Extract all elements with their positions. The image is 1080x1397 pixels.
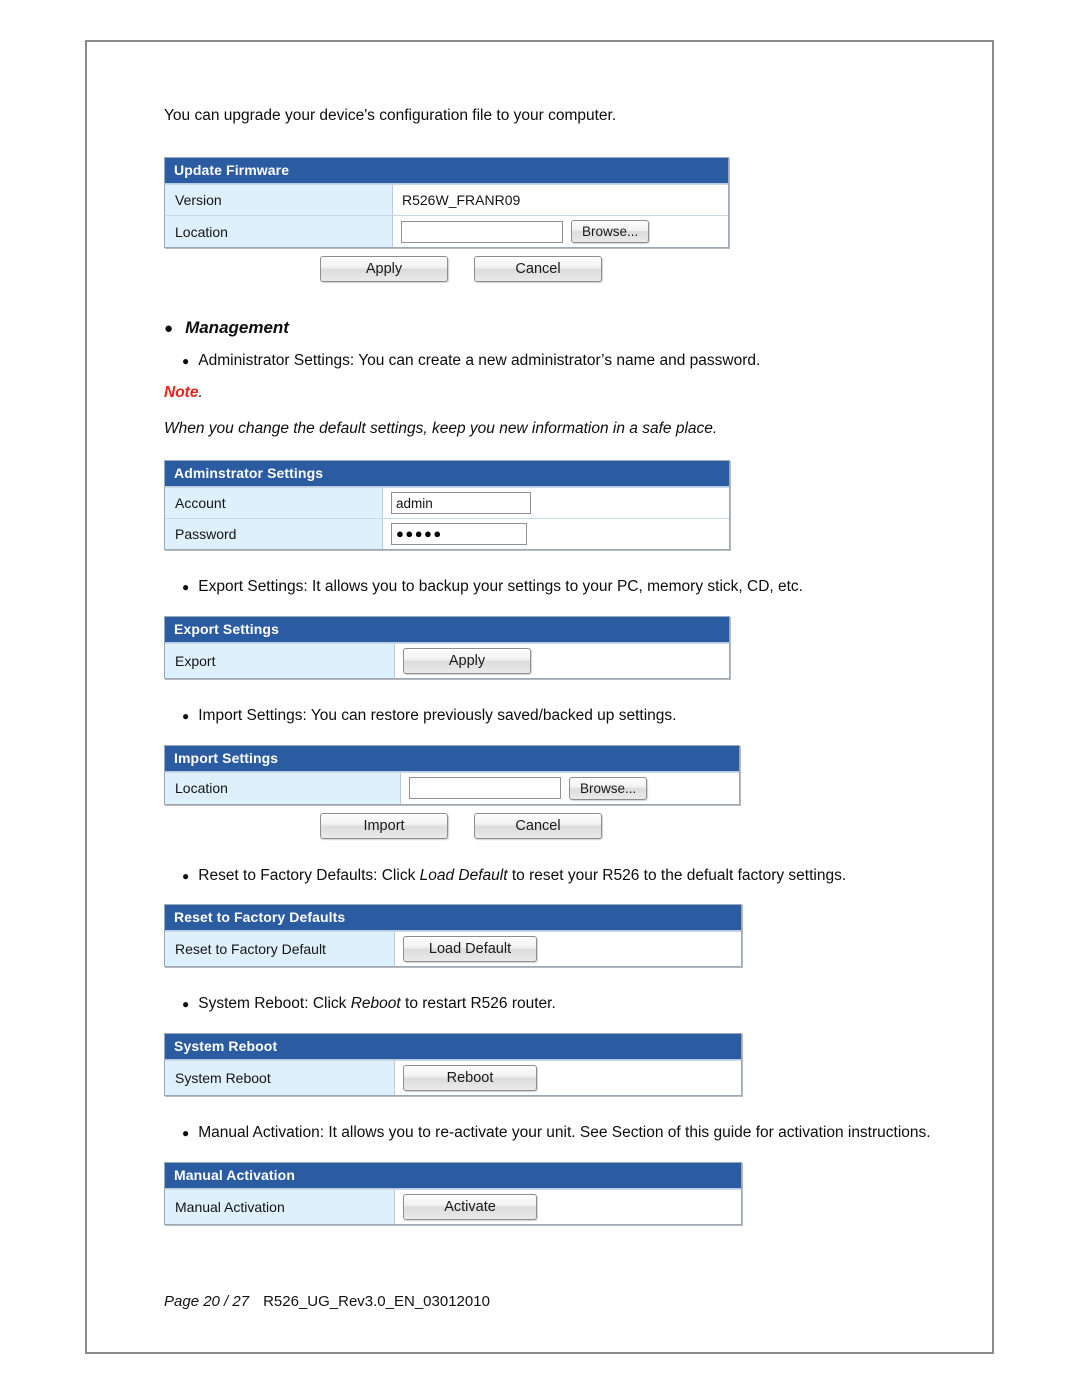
management-heading: ● Management xyxy=(164,318,954,338)
system-reboot-panel: System Reboot System Reboot Reboot xyxy=(164,1032,742,1096)
administrator-settings-bullet: ● Administrator Settings: You can create… xyxy=(164,350,954,372)
administrator-settings-panel: Adminstrator Settings Account Password ●… xyxy=(164,460,730,551)
version-label: Version xyxy=(165,185,393,216)
system-reboot-bullet: ● System Reboot: Click Reboot to restart… xyxy=(164,993,954,1015)
export-settings-bullet-text: Export Settings: It allows you to backup… xyxy=(198,578,803,596)
firmware-button-row: Apply Cancel xyxy=(164,256,954,283)
firmware-apply-button[interactable]: Apply xyxy=(320,256,448,283)
reboot-bullet-post: to restart R526 router. xyxy=(400,995,556,1013)
account-label: Account xyxy=(165,488,383,519)
location-label: Location xyxy=(165,216,393,248)
bullet-dot-icon: ● xyxy=(182,997,190,1012)
reboot-bullet-emphasis: Reboot xyxy=(350,995,401,1013)
note-text: When you change the default settings, ke… xyxy=(164,420,718,438)
bullet-dot-icon: ● xyxy=(182,708,190,723)
reset-factory-panel: Reset to Factory Defaults Reset to Facto… xyxy=(164,904,742,968)
import-button-row: Import Cancel xyxy=(164,812,954,839)
manual-activation-bullet: ● Manual Activation: It allows you to re… xyxy=(164,1122,954,1144)
password-input[interactable]: ●●●●● xyxy=(391,523,527,546)
table-row: Account xyxy=(165,487,729,519)
import-settings-panel: Import Settings Location Browse... xyxy=(164,744,740,805)
table-row: Version R526W_FRANR09 xyxy=(165,184,728,216)
firmware-browse-button[interactable]: Browse... xyxy=(571,220,650,244)
page-content: You can upgrade your device's configurat… xyxy=(164,105,954,1225)
export-settings-bullet: ● Export Settings: It allows you to back… xyxy=(164,576,954,598)
reset-bullet-pre: Reset to Factory Defaults: Click xyxy=(198,866,420,884)
manual-activation-header: Manual Activation xyxy=(165,1162,741,1189)
reset-bullet-post: to reset your R526 to the defualt factor… xyxy=(507,866,847,884)
password-value-cell: ●●●●● xyxy=(383,519,729,550)
footer-page-number: Page 20 / 27 xyxy=(164,1293,250,1310)
import-settings-header: Import Settings xyxy=(165,745,739,772)
account-value-cell xyxy=(383,488,729,519)
reset-factory-value-cell: Load Default xyxy=(395,932,741,967)
bullet-dot-icon: ● xyxy=(182,354,190,369)
table-row: Location Browse... xyxy=(165,771,739,804)
system-reboot-value-cell: Reboot xyxy=(395,1060,741,1095)
password-masked-value: ●●●●● xyxy=(396,526,443,542)
bullet-dot-icon: ● xyxy=(182,868,190,883)
firmware-location-input[interactable] xyxy=(401,220,563,243)
location-value-cell: Browse... xyxy=(393,216,728,248)
reboot-bullet-pre: System Reboot: Click xyxy=(198,995,351,1013)
table-row: Export Apply xyxy=(165,642,729,678)
load-default-button[interactable]: Load Default xyxy=(403,936,537,963)
bullet-dot-icon: ● xyxy=(164,320,174,338)
system-reboot-header: System Reboot xyxy=(165,1033,741,1060)
import-button[interactable]: Import xyxy=(320,812,448,839)
table-row: System Reboot Reboot xyxy=(165,1059,741,1095)
bullet-dot-icon: ● xyxy=(182,580,190,595)
account-input[interactable] xyxy=(391,492,531,515)
reboot-button[interactable]: Reboot xyxy=(403,1064,537,1091)
export-apply-button[interactable]: Apply xyxy=(403,647,531,674)
table-row: Manual Activation Activate xyxy=(165,1188,741,1224)
reset-factory-bullet: ● Reset to Factory Defaults: Click Load … xyxy=(164,865,954,887)
export-settings-header: Export Settings xyxy=(165,616,729,643)
import-settings-bullet: ● Import Settings: You can restore previ… xyxy=(164,705,954,727)
reset-factory-bullet-text: Reset to Factory Defaults: Click Load De… xyxy=(198,865,846,887)
export-value-cell: Apply xyxy=(395,643,729,678)
import-location-value-cell: Browse... xyxy=(401,772,739,804)
footer-document-id: R526_UG_Rev3.0_EN_03012010 xyxy=(263,1293,490,1310)
export-label: Export xyxy=(165,643,395,678)
note-label: Note xyxy=(164,384,199,402)
manual-activation-label: Manual Activation xyxy=(165,1189,395,1224)
system-reboot-bullet-text: System Reboot: Click Reboot to restart R… xyxy=(198,993,556,1015)
note-punct: . xyxy=(198,384,203,402)
update-firmware-panel: Update Firmware Version R526W_FRANR09 Lo… xyxy=(164,157,729,249)
firmware-cancel-button[interactable]: Cancel xyxy=(474,256,602,283)
intro-paragraph: You can upgrade your device's configurat… xyxy=(164,107,617,124)
manual-activation-bullet-text: Manual Activation: It allows you to re-a… xyxy=(198,1123,931,1141)
administrator-settings-header: Adminstrator Settings xyxy=(165,461,729,488)
reset-factory-label: Reset to Factory Default xyxy=(165,932,395,967)
import-location-label: Location xyxy=(165,772,401,804)
update-firmware-header: Update Firmware xyxy=(165,158,728,185)
password-label: Password xyxy=(165,519,383,550)
administrator-settings-bullet-text: Administrator Settings: You can create a… xyxy=(198,352,761,370)
management-heading-label: Management xyxy=(185,318,289,338)
reset-bullet-emphasis: Load Default xyxy=(419,866,508,884)
import-settings-bullet-text: Import Settings: You can restore previou… xyxy=(198,706,677,724)
version-value: R526W_FRANR09 xyxy=(393,185,728,216)
manual-activation-value-cell: Activate xyxy=(395,1189,741,1224)
reset-factory-header: Reset to Factory Defaults xyxy=(165,905,741,932)
footer: Page 20 / 27 R526_UG_Rev3.0_EN_03012010 xyxy=(164,1293,490,1310)
table-row: Password ●●●●● xyxy=(165,518,729,550)
import-cancel-button[interactable]: Cancel xyxy=(474,812,602,839)
activate-button[interactable]: Activate xyxy=(403,1193,537,1220)
manual-activation-panel: Manual Activation Manual Activation Acti… xyxy=(164,1161,742,1225)
table-row: Reset to Factory Default Load Default xyxy=(165,931,741,967)
table-row: Location Browse... xyxy=(165,215,728,248)
import-browse-button[interactable]: Browse... xyxy=(569,776,648,800)
import-location-input[interactable] xyxy=(409,777,561,800)
export-settings-panel: Export Settings Export Apply xyxy=(164,615,730,679)
system-reboot-label: System Reboot xyxy=(165,1060,395,1095)
note-line: Note. xyxy=(164,384,954,402)
bullet-dot-icon: ● xyxy=(182,1125,190,1140)
